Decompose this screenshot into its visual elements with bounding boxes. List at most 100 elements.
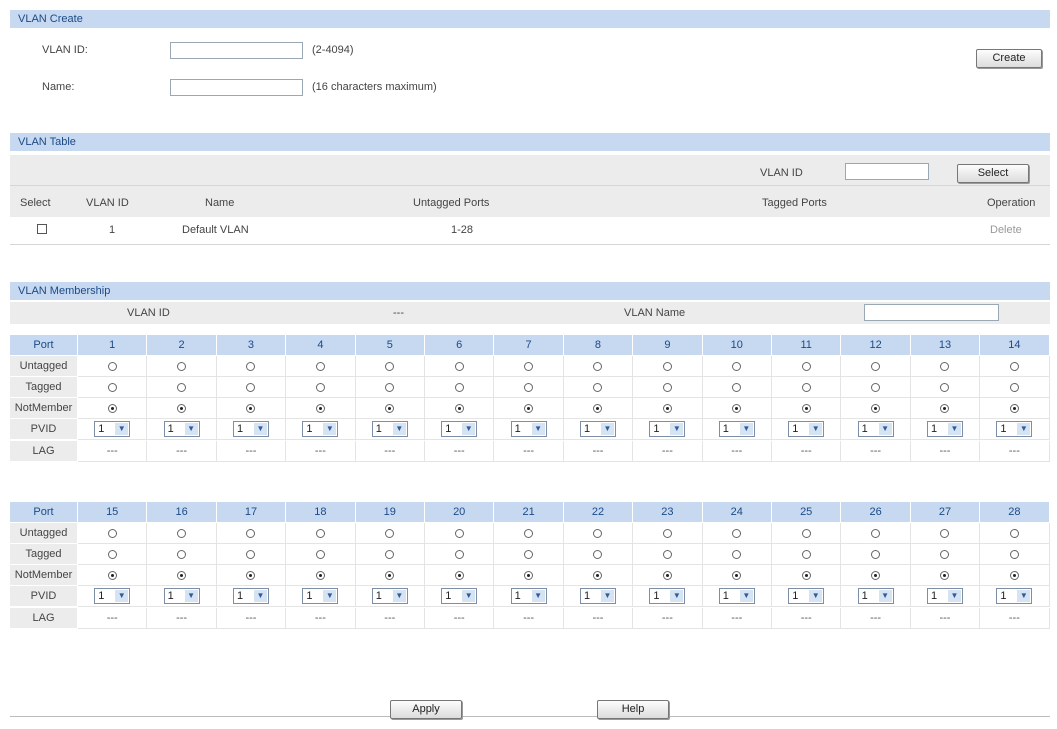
notmember-radio[interactable] <box>524 403 534 413</box>
pvid-select[interactable]: 1 ▼ <box>718 588 755 605</box>
tagged-radio[interactable] <box>801 549 811 559</box>
row-select-checkbox[interactable] <box>37 224 47 234</box>
tagged-radio[interactable] <box>315 549 325 559</box>
pvid-select[interactable]: 1 ▼ <box>94 588 131 605</box>
vlan-id-input[interactable] <box>170 42 303 59</box>
notmember-radio[interactable] <box>801 570 811 580</box>
untagged-radio[interactable] <box>871 528 881 538</box>
tagged-radio[interactable] <box>871 549 881 559</box>
notmember-radio[interactable] <box>524 570 534 580</box>
pvid-select[interactable]: 1 ▼ <box>996 588 1033 605</box>
notmember-radio[interactable] <box>315 570 325 580</box>
notmember-radio[interactable] <box>454 570 464 580</box>
tagged-radio[interactable] <box>732 549 742 559</box>
tagged-radio[interactable] <box>454 549 464 559</box>
pvid-select[interactable]: 1 ▼ <box>857 421 894 438</box>
untagged-radio[interactable] <box>385 528 395 538</box>
pvid-select[interactable]: 1 ▼ <box>302 421 339 438</box>
untagged-radio[interactable] <box>593 361 603 371</box>
filter-vlan-id-input[interactable] <box>845 163 929 180</box>
tagged-radio[interactable] <box>524 549 534 559</box>
tagged-radio[interactable] <box>871 382 881 392</box>
pvid-select[interactable]: 1 ▼ <box>926 588 963 605</box>
untagged-radio[interactable] <box>1009 528 1019 538</box>
tagged-radio[interactable] <box>246 382 256 392</box>
untagged-radio[interactable] <box>524 361 534 371</box>
notmember-radio[interactable] <box>246 403 256 413</box>
select-button[interactable]: Select <box>957 164 1029 183</box>
pvid-select[interactable]: 1 ▼ <box>371 421 408 438</box>
pvid-select[interactable]: 1 ▼ <box>163 588 200 605</box>
tagged-radio[interactable] <box>177 382 187 392</box>
pvid-select[interactable]: 1 ▼ <box>441 588 478 605</box>
notmember-radio[interactable] <box>732 403 742 413</box>
membership-vlan-name-input[interactable] <box>864 304 999 321</box>
tagged-radio[interactable] <box>593 549 603 559</box>
untagged-radio[interactable] <box>732 361 742 371</box>
untagged-radio[interactable] <box>107 528 117 538</box>
pvid-select[interactable]: 1 ▼ <box>649 421 686 438</box>
pvid-select[interactable]: 1 ▼ <box>718 421 755 438</box>
tagged-radio[interactable] <box>177 549 187 559</box>
pvid-select[interactable]: 1 ▼ <box>926 421 963 438</box>
notmember-radio[interactable] <box>871 403 881 413</box>
untagged-radio[interactable] <box>177 528 187 538</box>
notmember-radio[interactable] <box>454 403 464 413</box>
untagged-radio[interactable] <box>246 361 256 371</box>
pvid-select[interactable]: 1 ▼ <box>788 588 825 605</box>
notmember-radio[interactable] <box>177 570 187 580</box>
notmember-radio[interactable] <box>107 403 117 413</box>
untagged-radio[interactable] <box>177 361 187 371</box>
untagged-radio[interactable] <box>524 528 534 538</box>
pvid-select[interactable]: 1 ▼ <box>163 421 200 438</box>
tagged-radio[interactable] <box>940 382 950 392</box>
pvid-select[interactable]: 1 ▼ <box>579 588 616 605</box>
create-button[interactable]: Create <box>976 49 1042 68</box>
delete-link[interactable]: Delete <box>990 224 1022 236</box>
untagged-radio[interactable] <box>315 528 325 538</box>
notmember-radio[interactable] <box>593 570 603 580</box>
pvid-select[interactable]: 1 ▼ <box>857 588 894 605</box>
notmember-radio[interactable] <box>732 570 742 580</box>
pvid-select[interactable]: 1 ▼ <box>232 421 269 438</box>
apply-button[interactable]: Apply <box>390 700 462 719</box>
notmember-radio[interactable] <box>1009 403 1019 413</box>
pvid-select[interactable]: 1 ▼ <box>510 588 547 605</box>
untagged-radio[interactable] <box>454 361 464 371</box>
untagged-radio[interactable] <box>662 361 672 371</box>
tagged-radio[interactable] <box>385 382 395 392</box>
untagged-radio[interactable] <box>1009 361 1019 371</box>
notmember-radio[interactable] <box>940 403 950 413</box>
untagged-radio[interactable] <box>871 361 881 371</box>
help-button[interactable]: Help <box>597 700 669 719</box>
pvid-select[interactable]: 1 ▼ <box>94 421 131 438</box>
untagged-radio[interactable] <box>593 528 603 538</box>
untagged-radio[interactable] <box>454 528 464 538</box>
notmember-radio[interactable] <box>246 570 256 580</box>
notmember-radio[interactable] <box>1009 570 1019 580</box>
notmember-radio[interactable] <box>177 403 187 413</box>
notmember-radio[interactable] <box>871 570 881 580</box>
tagged-radio[interactable] <box>107 549 117 559</box>
untagged-radio[interactable] <box>385 361 395 371</box>
pvid-select[interactable]: 1 ▼ <box>371 588 408 605</box>
tagged-radio[interactable] <box>524 382 534 392</box>
notmember-radio[interactable] <box>662 403 672 413</box>
tagged-radio[interactable] <box>593 382 603 392</box>
tagged-radio[interactable] <box>801 382 811 392</box>
pvid-select[interactable]: 1 ▼ <box>788 421 825 438</box>
notmember-radio[interactable] <box>315 403 325 413</box>
tagged-radio[interactable] <box>246 549 256 559</box>
tagged-radio[interactable] <box>1009 382 1019 392</box>
untagged-radio[interactable] <box>801 361 811 371</box>
tagged-radio[interactable] <box>107 382 117 392</box>
tagged-radio[interactable] <box>1009 549 1019 559</box>
notmember-radio[interactable] <box>801 403 811 413</box>
untagged-radio[interactable] <box>315 361 325 371</box>
tagged-radio[interactable] <box>662 382 672 392</box>
pvid-select[interactable]: 1 ▼ <box>649 588 686 605</box>
notmember-radio[interactable] <box>385 403 395 413</box>
untagged-radio[interactable] <box>940 361 950 371</box>
tagged-radio[interactable] <box>732 382 742 392</box>
pvid-select[interactable]: 1 ▼ <box>441 421 478 438</box>
